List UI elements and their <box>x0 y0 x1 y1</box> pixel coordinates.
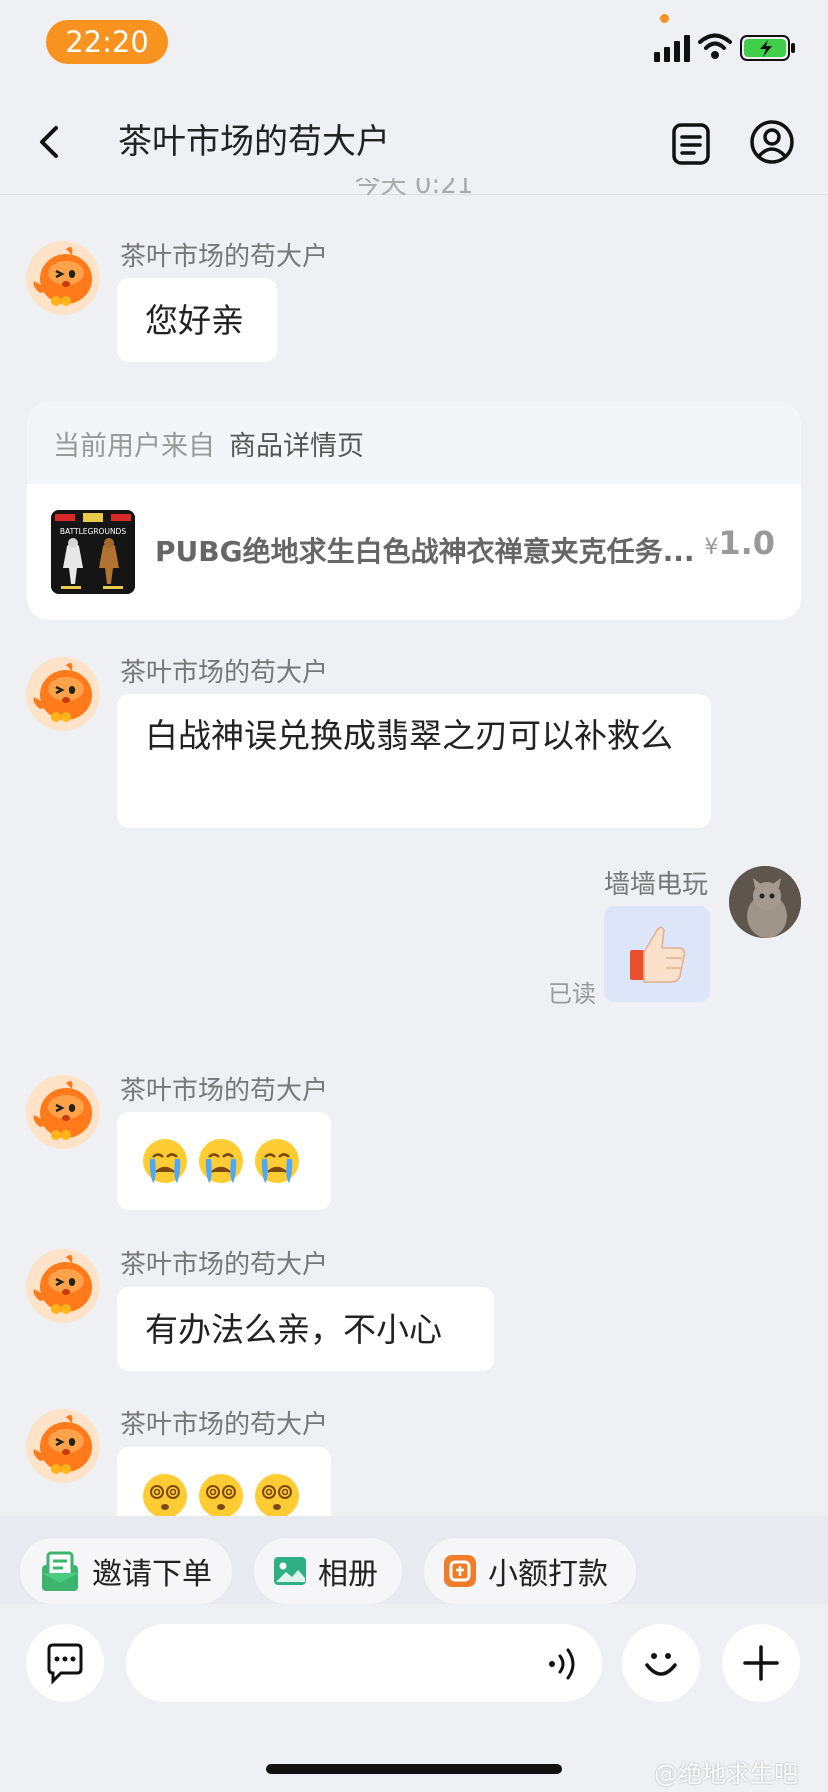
seller-avatar[interactable] <box>26 1249 100 1323</box>
thumbs-up-sticker[interactable] <box>604 906 710 1002</box>
seller-avatar[interactable] <box>26 657 100 731</box>
sender-name: 茶叶市场的苟大户 <box>120 1076 329 1106</box>
crying-face-icon <box>253 1137 301 1185</box>
crying-face-icon <box>197 1137 245 1185</box>
cat-photo-icon <box>729 866 801 938</box>
back-arrow-icon[interactable] <box>30 120 70 164</box>
status-bar: 22:20 <box>0 0 828 90</box>
read-status: 已读 <box>548 980 596 1008</box>
self-avatar[interactable] <box>729 866 801 938</box>
dizzy-face-icon <box>141 1472 189 1520</box>
battery-charging-icon <box>740 35 795 61</box>
user-profile-icon[interactable] <box>748 118 796 166</box>
message-bubble[interactable]: 您好亲 <box>117 278 277 362</box>
invite-order-button[interactable]: 邀请下单 <box>20 1538 232 1604</box>
product-price: ¥1.0 <box>704 524 775 562</box>
album-icon <box>274 1557 306 1585</box>
chat-title: 茶叶市场的苟大户 <box>118 122 390 162</box>
sender-name: 茶叶市场的苟大户 <box>120 658 329 688</box>
plus-icon <box>743 1645 779 1681</box>
source-info-header: 当前用户来自 商品详情页 <box>27 402 801 484</box>
message-bubble[interactable]: 有办法么亲，不小心 <box>117 1287 494 1371</box>
product-card[interactable]: 当前用户来自 商品详情页 BATTLEGROUNDS PUBG绝地求生白色战神衣… <box>27 402 801 620</box>
quick-reply-button[interactable] <box>26 1624 104 1702</box>
voice-input-icon[interactable] <box>544 1644 584 1684</box>
product-title[interactable]: PUBG绝地求生白色战神衣禅意夹克任务... <box>155 530 715 570</box>
seller-avatar[interactable] <box>26 1075 100 1149</box>
message-text-input[interactable] <box>126 1624 602 1702</box>
home-indicator[interactable] <box>266 1764 562 1774</box>
cellular-signal-icon <box>654 35 690 62</box>
message-timestamp: 今天 0:21 <box>354 178 474 198</box>
crying-face-icon <box>141 1137 189 1185</box>
emoji-message-bubble[interactable] <box>117 1112 331 1210</box>
self-sender-name: 墙墙电玩 <box>603 870 708 900</box>
album-button[interactable]: 相册 <box>254 1538 402 1604</box>
invite-order-icon <box>42 1551 78 1591</box>
privacy-indicator-dot <box>660 14 669 23</box>
dizzy-face-icon <box>197 1472 245 1520</box>
invite-order-label: 邀请下单 <box>92 1557 212 1592</box>
order-list-icon[interactable] <box>668 120 716 168</box>
source-label: 当前用户来自 <box>53 430 215 462</box>
small-payment-label: 小额打款 <box>488 1557 608 1592</box>
source-page: 商品详情页 <box>229 430 364 462</box>
message-bubble[interactable]: 白战神误兑换成翡翠之刃可以补救么 <box>117 694 711 828</box>
small-payment-icon <box>444 1555 476 1587</box>
product-thumbnail[interactable]: BATTLEGROUNDS <box>51 510 135 594</box>
more-options-button[interactable] <box>722 1624 800 1702</box>
thumb-title: BATTLEGROUNDS <box>60 527 126 536</box>
small-payment-button[interactable]: 小额打款 <box>424 1538 636 1604</box>
quick-action-bar: 邀请下单 相册 小额打款 <box>0 1516 828 1604</box>
pubg-cover-image-icon: BATTLEGROUNDS <box>51 510 135 594</box>
smiley-icon <box>645 1653 677 1676</box>
status-time: 22:20 <box>46 20 168 64</box>
seller-avatar[interactable] <box>26 241 100 315</box>
dizzy-face-icon <box>253 1472 301 1520</box>
emoji-button[interactable] <box>622 1624 700 1702</box>
seller-avatar[interactable] <box>26 1409 100 1483</box>
sender-name: 茶叶市场的苟大户 <box>120 1250 329 1280</box>
thumbs-up-icon <box>630 926 686 983</box>
sender-name: 茶叶市场的苟大户 <box>120 242 329 272</box>
sender-name: 茶叶市场的苟大户 <box>120 1410 329 1440</box>
watermark: @绝地求生吧 <box>654 1760 798 1788</box>
wifi-icon <box>698 33 732 59</box>
chat-bubble-icon <box>47 1643 83 1685</box>
album-label: 相册 <box>318 1557 378 1592</box>
